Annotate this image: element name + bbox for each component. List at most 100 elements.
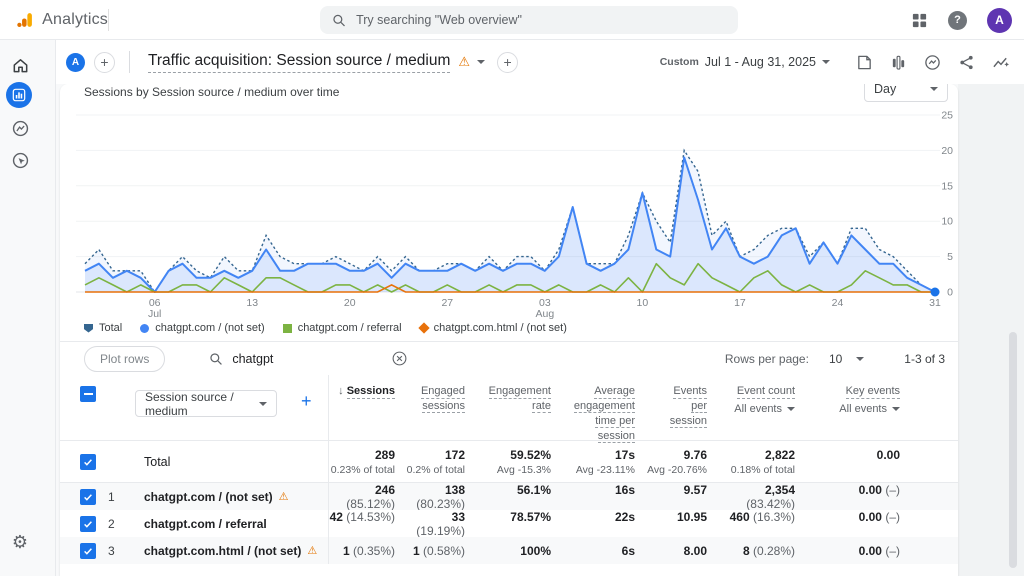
reports-icon[interactable] (6, 82, 32, 108)
svg-text:5: 5 (947, 251, 953, 263)
table-row: 3 chatgpt.com.html / (not set) ⚠ 1 (0.35… (60, 537, 958, 564)
svg-text:20: 20 (941, 145, 953, 157)
date-range-picker[interactable]: Custom Jul 1 - Aug 31, 2025 (660, 55, 830, 69)
date-preset-label: Custom (660, 56, 699, 68)
svg-text:10: 10 (941, 216, 953, 228)
report-card: Sessions by Session source / medium over… (60, 84, 958, 576)
column-header-sessions[interactable]: ↓ Sessions (329, 384, 401, 443)
plot-rows-button[interactable]: Plot rows (84, 346, 165, 372)
header-divider (129, 51, 130, 73)
property-avatar[interactable]: A (66, 53, 85, 72)
event-count-filter-select[interactable]: All events (713, 402, 795, 417)
svg-text:15: 15 (941, 180, 953, 192)
clear-search-icon[interactable] (391, 350, 408, 367)
avg-engagement-time-cell: 22s (557, 510, 641, 538)
global-search[interactable] (320, 6, 738, 34)
dimension-value: Session source / medium (145, 390, 259, 418)
row-source-medium: chatgpt.com.html / (not set) ⚠ (132, 544, 317, 558)
legend-item-total: Total (84, 322, 122, 334)
sessions-cell: 1 (0.35%) (329, 544, 401, 558)
event-count-caret-icon (787, 407, 795, 411)
column-header-engaged-sessions[interactable]: Engaged sessions (401, 384, 471, 443)
advertising-icon[interactable] (8, 148, 32, 172)
table-row: 1 chatgpt.com / (not set) ⚠ 246 (85.12%)… (60, 483, 958, 510)
key-events-caret-icon (892, 407, 900, 411)
column-header-events-per-session[interactable]: Events per session (641, 384, 713, 443)
add-report-button[interactable]: + (497, 52, 518, 73)
top-app-bar: Analytics ? A (0, 0, 1024, 40)
table-header: Session source / medium + ↓ Sessions Eng… (60, 375, 958, 441)
legend-label: chatgpt.com / (not set) (155, 322, 264, 334)
table-search[interactable] (209, 350, 431, 367)
insights-circle-icon[interactable] (924, 54, 941, 71)
total-checkbox[interactable] (80, 454, 96, 470)
events-per-session-cell: 8.00 (641, 544, 713, 558)
legend-label: Total (99, 322, 122, 334)
explore-icon[interactable] (8, 116, 32, 140)
analytics-logo[interactable]: Analytics (0, 9, 108, 31)
add-comparison-button[interactable]: + (94, 52, 115, 73)
column-header-event-count[interactable]: Event count All events (713, 384, 801, 443)
report-warning-icon: ⚠ (458, 54, 470, 70)
report-title: Traffic acquisition: Session source / me… (148, 52, 450, 73)
admin-gear-icon[interactable]: ⚙ (8, 530, 32, 554)
table-controls: Plot rows Rows per page: 10 1-3 of 3 (60, 342, 958, 375)
apps-grid-icon[interactable] (911, 12, 928, 29)
sessions-cell: 246 (85.12%) (329, 483, 401, 511)
global-search-input[interactable] (356, 13, 726, 27)
key-events-cell: 0.00 (–) (801, 510, 906, 538)
user-avatar[interactable]: A (987, 8, 1012, 33)
event-count-cell: 8 (0.28%) (713, 544, 801, 558)
dimension-select[interactable]: Session source / medium (135, 390, 277, 417)
row-checkbox[interactable] (80, 543, 96, 559)
rows-per-page-select[interactable]: 10 (829, 352, 864, 366)
column-header-engagement-rate[interactable]: Engagement rate (471, 384, 557, 443)
green-square-marker-icon (283, 324, 292, 333)
table-search-icon (209, 352, 223, 366)
engagement-rate-cell: 100% (471, 544, 557, 558)
sort-descending-icon: ↓ (338, 385, 344, 397)
table-total-row: Total 2890.23% of total 1720.2% of total… (60, 441, 958, 483)
total-sessions: 2890.23% of total (329, 448, 401, 476)
svg-text:Jul: Jul (148, 308, 161, 320)
pagination-range: 1-3 of 3 (904, 352, 945, 366)
column-header-key-events[interactable]: Key events All events (801, 384, 906, 443)
total-label: Total (132, 455, 170, 469)
row-warning-icon: ⚠ (307, 544, 317, 557)
engaged-sessions-cell: 138 (80.23%) (401, 483, 471, 511)
report-title-caret-icon[interactable] (477, 60, 485, 64)
app-name: Analytics (42, 11, 108, 29)
row-checkbox[interactable] (80, 516, 96, 532)
avg-engagement-time-cell: 6s (557, 544, 641, 558)
legend-item-notset: chatgpt.com / (not set) (140, 322, 264, 334)
row-checkbox[interactable] (80, 489, 96, 505)
row-source-medium: chatgpt.com / referral ⚠ (132, 517, 267, 531)
engagement-rate-cell: 56.1% (471, 483, 557, 511)
add-dimension-button[interactable]: + (301, 391, 312, 412)
svg-text:17: 17 (734, 297, 746, 309)
comparison-icon[interactable] (890, 54, 907, 71)
svg-text:Aug: Aug (535, 308, 554, 320)
select-all-checkbox[interactable] (80, 386, 96, 402)
key-events-filter-select[interactable]: All events (801, 402, 900, 417)
total-engaged-sessions: 1720.2% of total (401, 448, 471, 476)
sparkline-insights-icon[interactable] (992, 54, 1010, 71)
chart-title: Sessions by Session source / medium over… (84, 85, 339, 99)
orange-diamond-marker-icon (418, 322, 429, 333)
row-index: 1 (96, 490, 132, 504)
events-per-session-cell: 10.95 (641, 510, 713, 538)
total-key-events: 0.00 (801, 448, 906, 476)
report-header: A + Traffic acquisition: Session source … (56, 40, 1024, 84)
table-search-input[interactable] (232, 352, 382, 366)
legend-label: chatgpt.com / referral (298, 322, 402, 334)
date-range-value: Jul 1 - Aug 31, 2025 (705, 55, 816, 69)
vertical-scrollbar[interactable] (1009, 332, 1017, 568)
events-per-session-cell: 9.57 (641, 483, 713, 511)
help-icon[interactable]: ? (948, 11, 967, 30)
avg-engagement-time-cell: 16s (557, 483, 641, 511)
rows-per-page-label: Rows per page: (725, 352, 809, 366)
notes-icon[interactable] (856, 54, 873, 71)
home-icon[interactable] (8, 53, 32, 77)
share-icon[interactable] (958, 54, 975, 71)
column-header-avg-engagement-time[interactable]: Average engagement time per session (557, 384, 641, 443)
